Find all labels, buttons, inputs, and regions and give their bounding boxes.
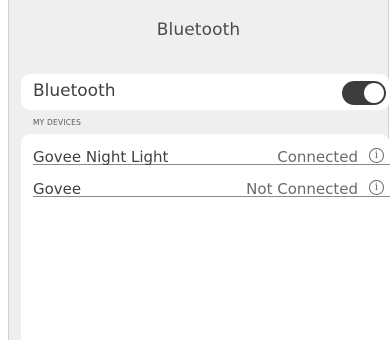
bluetooth-label: Bluetooth: [33, 81, 116, 101]
toggle-knob: [364, 83, 384, 103]
bluetooth-toggle-row: Bluetooth: [21, 74, 390, 110]
device-status: Connected: [277, 148, 358, 166]
bluetooth-toggle[interactable]: [342, 81, 386, 105]
device-name: Govee: [33, 180, 82, 198]
device-row-govee[interactable]: Govee Not Connected i: [33, 166, 390, 198]
my-devices-section-label: MY DEVICES: [33, 118, 82, 127]
page-title: Bluetooth: [156, 20, 241, 40]
info-icon[interactable]: i: [369, 180, 384, 195]
device-row-govee-night-light[interactable]: Govee Night Light Connected i: [33, 134, 390, 166]
info-icon[interactable]: i: [369, 148, 384, 163]
devices-list: Govee Night Light Connected i Govee Not …: [21, 134, 390, 340]
device-status: Not Connected: [246, 180, 358, 198]
device-name: Govee Night Light: [33, 148, 169, 166]
bluetooth-settings-screen: Bluetooth Bluetooth MY DEVICES Govee Nig…: [8, 0, 390, 340]
